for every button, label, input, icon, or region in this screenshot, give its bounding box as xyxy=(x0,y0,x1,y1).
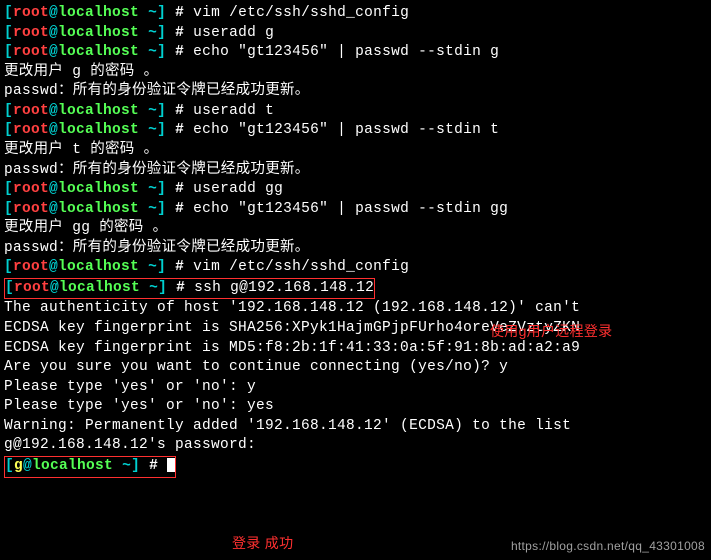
terminal-line: passwd：所有的身份验证令牌已经成功更新。 xyxy=(4,161,707,181)
terminal-line: [root@localhost ~] # useradd gg xyxy=(4,180,707,200)
terminal-line: ECDSA key fingerprint is MD5:f8:2b:1f:41… xyxy=(4,339,707,359)
terminal-line: 更改用户 g 的密码 。 xyxy=(4,63,707,83)
terminal-line: [root@localhost ~] # vim /etc/ssh/sshd_c… xyxy=(4,4,707,24)
annotation-login-success: 登录 成功 xyxy=(232,534,293,553)
terminal-line: Please type 'yes' or 'no': y xyxy=(4,378,707,398)
terminal-line: The authenticity of host '192.168.148.12… xyxy=(4,299,707,319)
terminal-output: [root@localhost ~] # vim /etc/ssh/sshd_c… xyxy=(4,4,707,478)
terminal-line: Are you sure you want to continue connec… xyxy=(4,358,707,378)
terminal-line: passwd：所有的身份验证令牌已经成功更新。 xyxy=(4,82,707,102)
terminal-line: [root@localhost ~] # useradd t xyxy=(4,102,707,122)
terminal-line: [root@localhost ~] # vim /etc/ssh/sshd_c… xyxy=(4,258,707,278)
watermark: https://blog.csdn.net/qq_43301008 xyxy=(511,538,705,554)
terminal-line: 更改用户 gg 的密码 。 xyxy=(4,219,707,239)
annotation-remote-login: 使用g用户远程登录 xyxy=(490,322,613,341)
terminal-line: g@192.168.148.12's password: xyxy=(4,436,707,456)
g-user-prompt-highlight: [g@localhost ~] # xyxy=(4,456,707,478)
terminal-line: [root@localhost ~] # useradd g xyxy=(4,24,707,44)
terminal-line: passwd：所有的身份验证令牌已经成功更新。 xyxy=(4,239,707,259)
terminal-line: [root@localhost ~] # echo "gt123456" | p… xyxy=(4,121,707,141)
terminal-line: 更改用户 t 的密码 。 xyxy=(4,141,707,161)
terminal-line: Please type 'yes' or 'no': yes xyxy=(4,397,707,417)
terminal-line: [root@localhost ~] # echo "gt123456" | p… xyxy=(4,43,707,63)
terminal-line: Warning: Permanently added '192.168.148.… xyxy=(4,417,707,437)
terminal-line: [root@localhost ~] # echo "gt123456" | p… xyxy=(4,200,707,220)
ssh-command-highlight: [root@localhost ~] # ssh g@192.168.148.1… xyxy=(4,278,707,300)
